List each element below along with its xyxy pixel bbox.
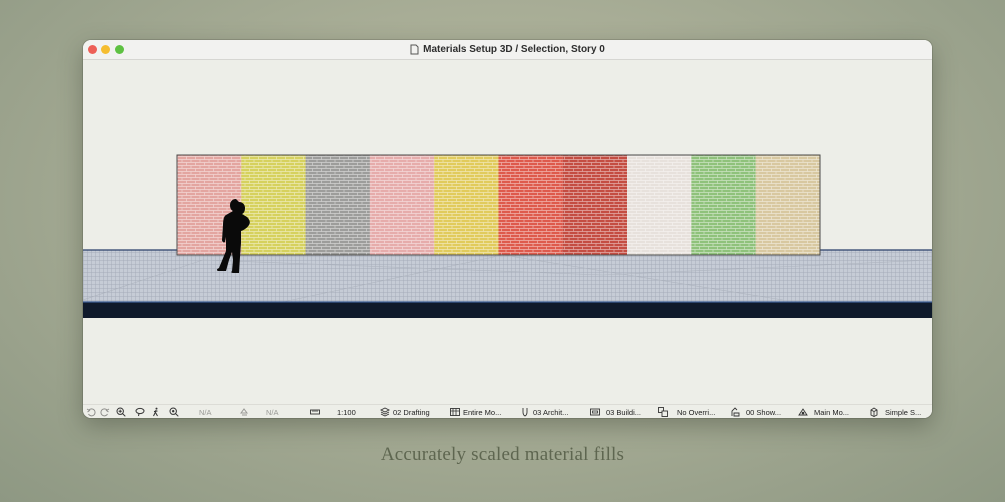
title-bar: Materials Setup 3D / Selection, Story 0 xyxy=(83,40,932,60)
partial-structure-icon xyxy=(870,407,878,417)
graphic-override-field[interactable]: No Overri... xyxy=(658,405,715,418)
brick-pattern-overlay xyxy=(755,155,820,255)
zoom-in-icon xyxy=(116,407,126,417)
rotate-view-icon xyxy=(240,408,248,416)
scale-field[interactable]: 1:100 xyxy=(310,405,356,418)
orbit-button[interactable] xyxy=(135,405,145,418)
structure-icon xyxy=(590,408,600,416)
redo-icon xyxy=(100,408,110,417)
status-bar: N/A N/A 1:100 02 Drafting Entire Mo... 0… xyxy=(83,404,932,418)
brick-pattern-overlay xyxy=(241,155,306,255)
zoom-in-button[interactable] xyxy=(116,405,126,418)
zoom-field[interactable]: N/A xyxy=(199,405,212,418)
floor-slab xyxy=(83,249,932,318)
pen-icon xyxy=(522,408,528,417)
undo-button[interactable] xyxy=(86,405,96,418)
brick-pattern-overlay xyxy=(369,155,435,255)
navigator-icon xyxy=(169,407,179,417)
zoom-value: N/A xyxy=(199,407,212,417)
walk-icon xyxy=(153,407,158,417)
redo-button[interactable] xyxy=(100,405,110,418)
pen-set-value: 03 Archit... xyxy=(533,407,569,417)
layers-icon xyxy=(380,407,390,417)
layer-combination-value: 02 Drafting xyxy=(393,407,430,417)
renovation-filter-field[interactable]: 00 Show... xyxy=(730,405,781,418)
navigator-button[interactable] xyxy=(169,405,179,418)
model-view-icon xyxy=(450,408,460,416)
brick-pattern-overlay xyxy=(305,155,370,255)
model-view-value: Entire Mo... xyxy=(463,407,502,417)
model-view-field[interactable]: Entire Mo... xyxy=(450,405,501,418)
brick-pattern-overlay xyxy=(691,155,756,255)
orbit-icon xyxy=(135,407,145,417)
window-title-area: Materials Setup 3D / Selection, Story 0 xyxy=(83,40,932,59)
brick-pattern-overlay xyxy=(498,155,563,255)
orbit-angle-field[interactable]: N/A xyxy=(239,405,279,418)
partial-structure-value: Simple S... xyxy=(885,407,922,417)
brick-pattern-overlay xyxy=(562,155,628,255)
caption: Accurately scaled material fills xyxy=(380,444,625,465)
ruler-icon xyxy=(310,409,320,415)
walk-button[interactable] xyxy=(151,405,161,418)
window-title: Materials Setup 3D / Selection, Story 0 xyxy=(423,44,605,55)
graphic-override-value: No Overri... xyxy=(677,407,716,417)
partial-structure-field[interactable]: Simple S... xyxy=(869,405,921,418)
undo-icon xyxy=(86,408,96,417)
app-window: Materials Setup 3D / Selection, Story 0 xyxy=(83,40,932,418)
material-wall[interactable] xyxy=(176,154,821,256)
structural-function-field[interactable]: 03 Buildi... xyxy=(590,405,641,418)
pen-set-field[interactable]: 03 Archit... xyxy=(520,405,568,418)
dimension-standard-field[interactable]: Main Mo... xyxy=(798,405,849,418)
layer-combination-field[interactable]: 02 Drafting xyxy=(380,405,430,418)
renovation-filter-value: 00 Show... xyxy=(746,407,782,417)
dimension-standard-value: Main Mo... xyxy=(814,407,850,417)
structural-function-value: 03 Buildi... xyxy=(606,407,642,417)
brick-pattern-overlay xyxy=(627,155,692,255)
renovation-icon xyxy=(731,407,740,417)
document-icon xyxy=(410,44,419,55)
brick-pattern-overlay xyxy=(434,155,499,255)
graphic-override-icon xyxy=(658,407,668,417)
3d-viewport[interactable] xyxy=(83,60,932,405)
orbit-angle-value: N/A xyxy=(266,407,279,417)
dimension-icon xyxy=(798,408,808,416)
scale-value: 1:100 xyxy=(337,407,356,417)
